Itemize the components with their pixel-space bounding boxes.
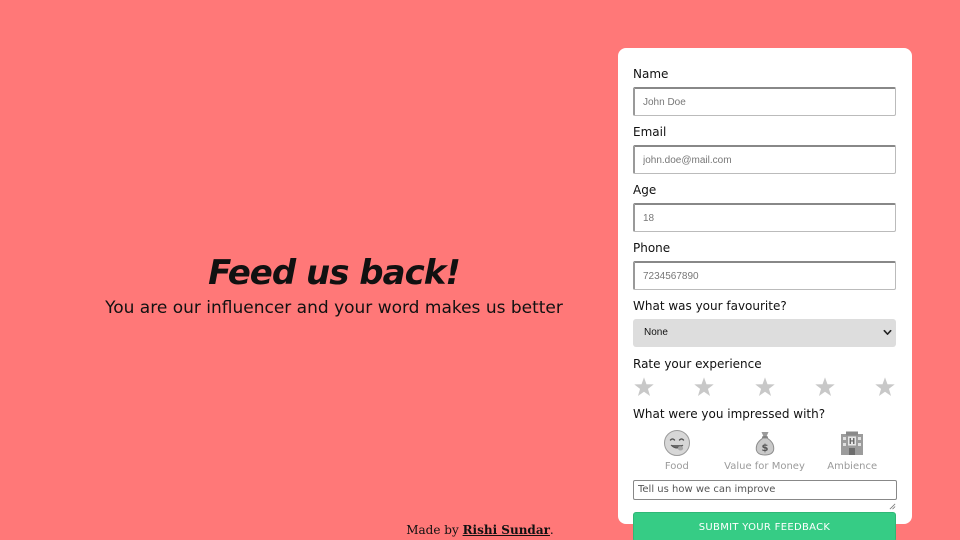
favourite-label: What was your favourite? — [633, 299, 787, 313]
star-rating — [633, 376, 896, 402]
rating-label: Rate your experience — [633, 357, 762, 371]
chevron-down-icon — [883, 329, 892, 335]
phone-input[interactable] — [633, 261, 896, 290]
star-icon[interactable] — [633, 376, 655, 398]
footer-suffix: . — [549, 523, 554, 537]
author-link[interactable]: Rishi Sundar — [463, 523, 550, 537]
email-input[interactable] — [633, 145, 896, 174]
savoring-face-icon — [663, 430, 690, 456]
money-bag-icon: $ — [755, 432, 774, 456]
favourite-selected-value: None — [644, 327, 668, 338]
star-icon[interactable] — [754, 376, 776, 398]
svg-text:$: $ — [761, 443, 768, 454]
hero-subtitle: You are our influencer and your word mak… — [105, 298, 563, 318]
hotel-icon: H — [841, 431, 864, 455]
svg-text:H: H — [849, 437, 855, 446]
impressed-label: What were you impressed with? — [633, 407, 826, 421]
age-label: Age — [633, 183, 657, 197]
footer: Made by Rishi Sundar. — [0, 523, 960, 537]
name-input[interactable] — [633, 87, 896, 116]
option-food[interactable]: Food — [633, 429, 721, 472]
age-input[interactable] — [633, 203, 896, 232]
name-label: Name — [633, 67, 669, 81]
feedback-form-card: Name Email Age Phone What was your favou… — [618, 48, 912, 540]
footer-prefix: Made by — [406, 523, 463, 537]
impressed-options: Food $ Value for Money H Ambience — [633, 429, 896, 472]
option-ambience[interactable]: H Ambience — [808, 429, 896, 472]
option-value-for-money[interactable]: $ Value for Money — [721, 429, 809, 472]
favourite-select[interactable]: None — [633, 319, 896, 347]
star-icon[interactable] — [693, 376, 715, 398]
phone-label: Phone — [633, 241, 671, 255]
hero: Feed us back! You are our influencer and… — [60, 250, 608, 318]
star-icon[interactable] — [814, 376, 836, 398]
email-label: Email — [633, 125, 667, 139]
improvement-textarea[interactable] — [633, 480, 897, 500]
star-icon[interactable] — [874, 376, 896, 398]
hero-title: Feed us back! — [208, 253, 461, 293]
option-ambience-label: Ambience — [827, 461, 878, 472]
option-value-for-money-label: Value for Money — [724, 461, 805, 472]
option-food-label: Food — [664, 461, 689, 472]
resize-handle-icon[interactable] — [889, 503, 896, 510]
